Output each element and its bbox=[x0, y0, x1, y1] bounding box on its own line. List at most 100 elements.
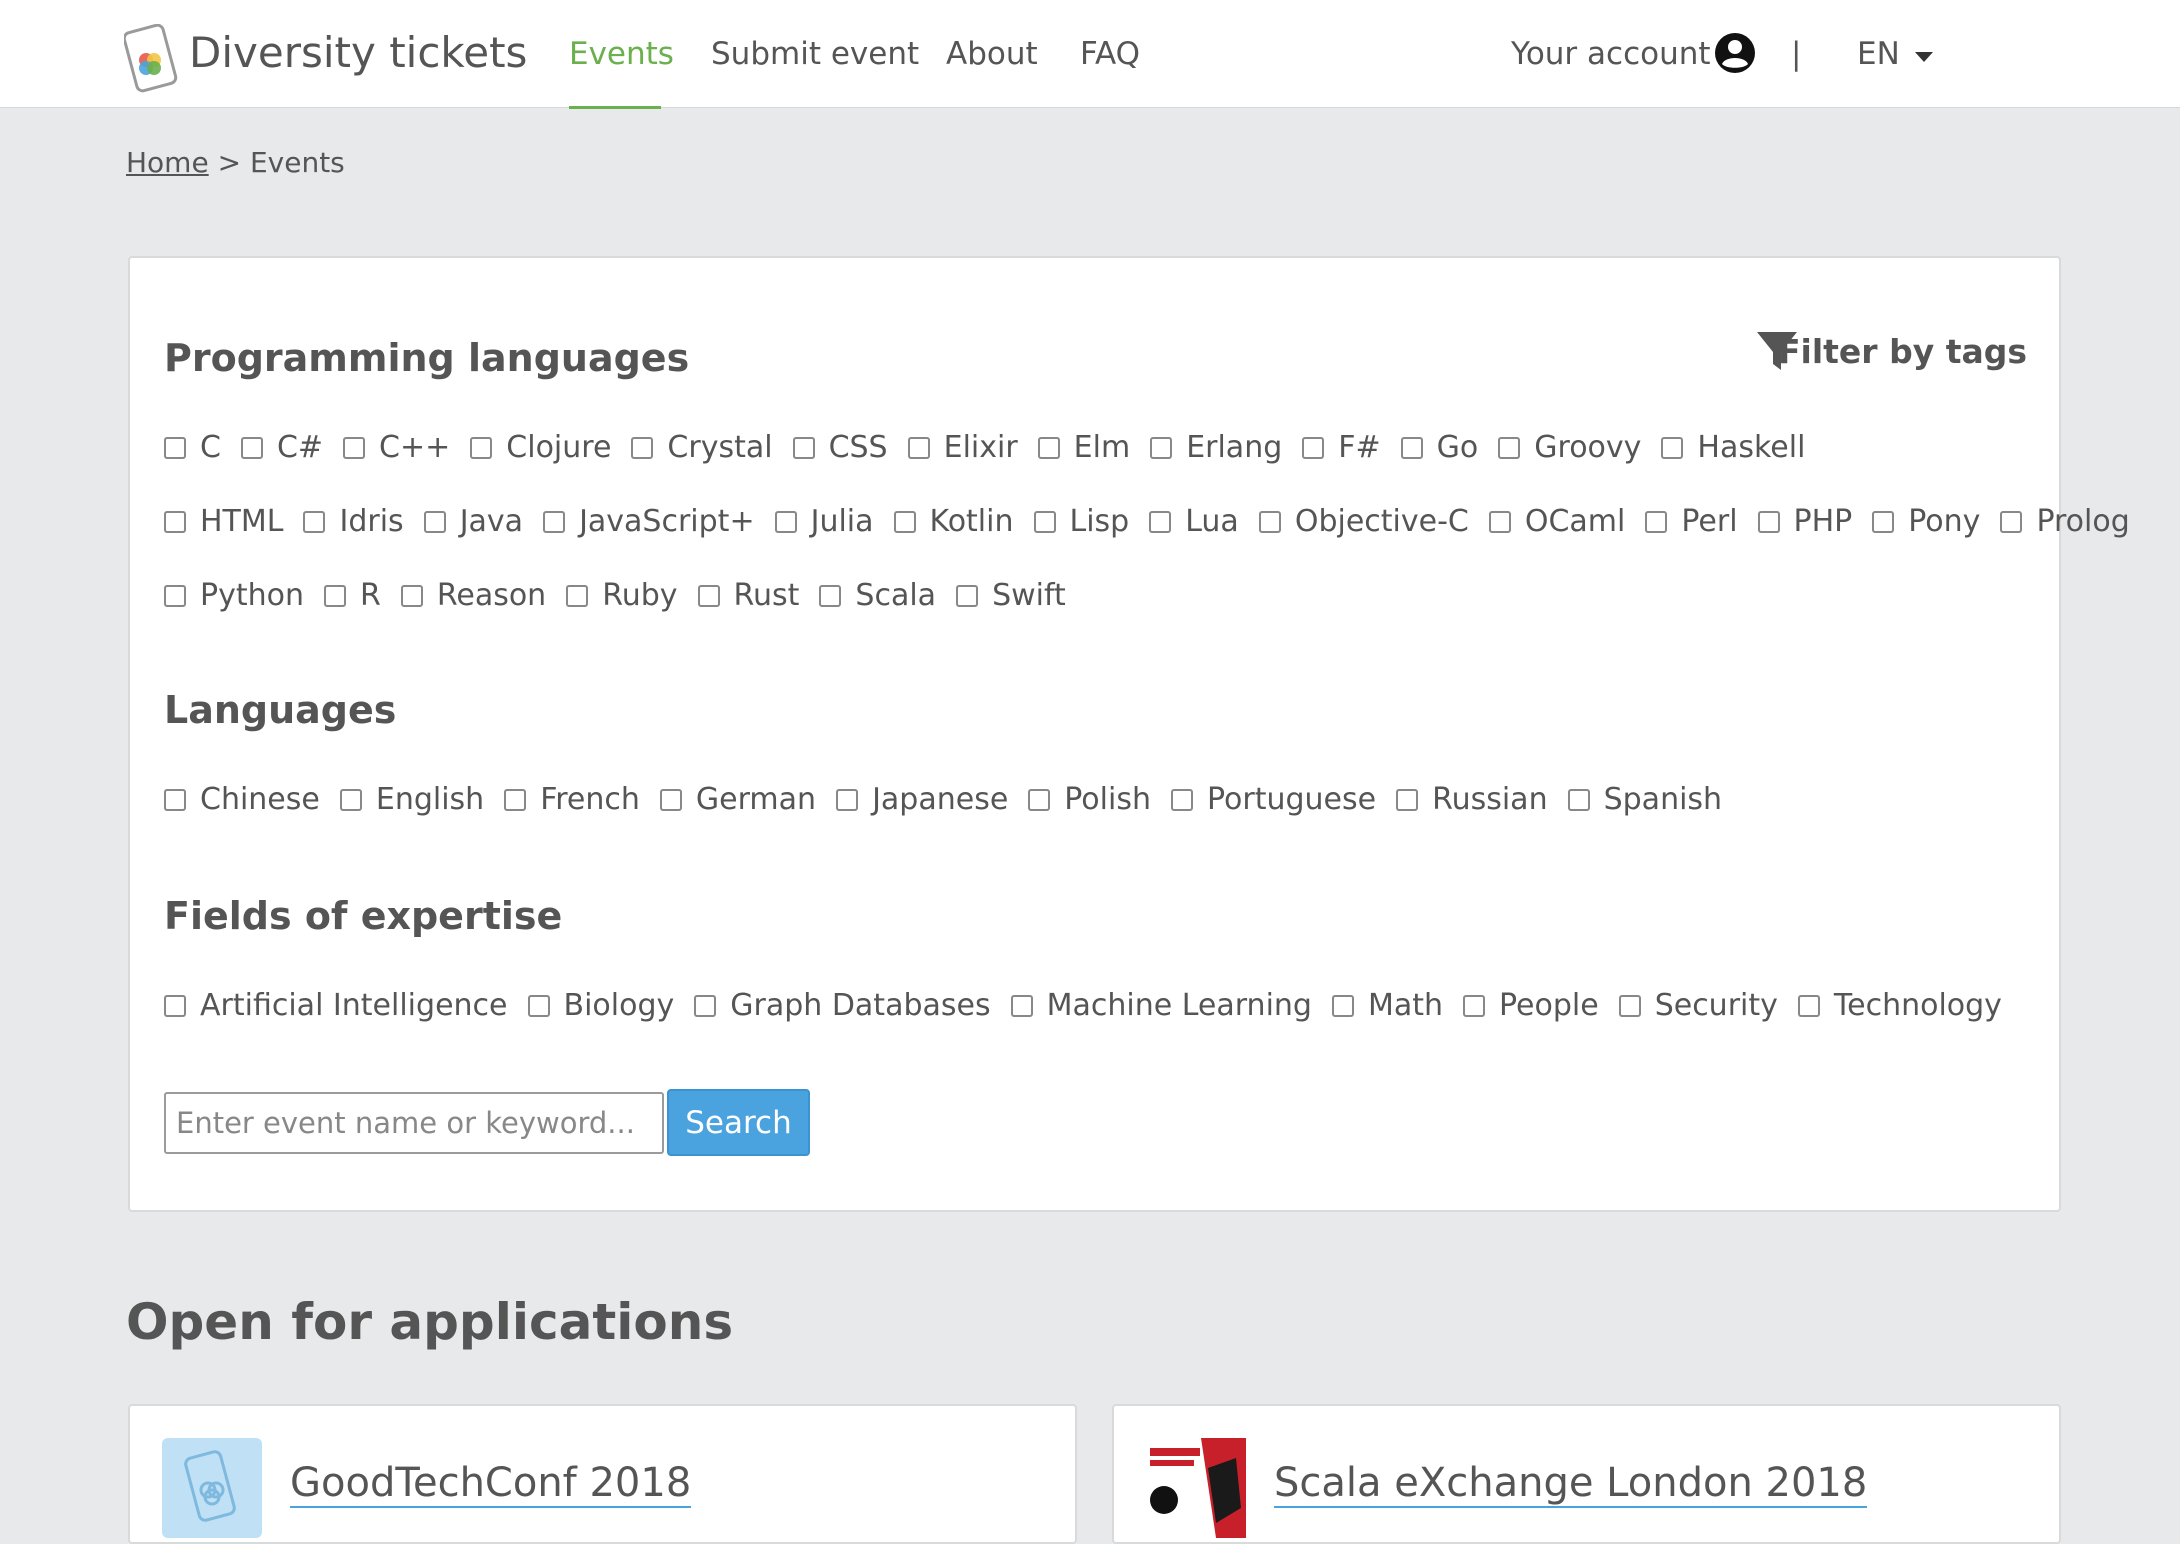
checkbox[interactable] bbox=[164, 510, 186, 533]
checkbox[interactable] bbox=[1258, 510, 1281, 533]
tag-checkbox-german[interactable]: German bbox=[659, 782, 816, 817]
brand-name[interactable]: Diversity tickets bbox=[189, 28, 527, 77]
tag-checkbox-julia[interactable]: Julia bbox=[774, 504, 874, 539]
checkbox[interactable] bbox=[659, 788, 682, 811]
tag-checkbox-reason[interactable]: Reason bbox=[400, 578, 546, 613]
tag-checkbox-math[interactable]: Math bbox=[1331, 988, 1443, 1023]
breadcrumb-home-link[interactable]: Home bbox=[126, 146, 209, 179]
tag-checkbox-crystal[interactable]: Crystal bbox=[631, 430, 773, 465]
tag-checkbox-technology[interactable]: Technology bbox=[1797, 988, 2002, 1023]
tag-checkbox-erlang[interactable]: Erlang bbox=[1150, 430, 1282, 465]
checkbox[interactable] bbox=[343, 436, 366, 459]
checkbox[interactable] bbox=[164, 788, 186, 811]
checkbox[interactable] bbox=[1567, 788, 1590, 811]
tag-checkbox-prolog[interactable]: Prolog bbox=[2000, 504, 2130, 539]
checkbox[interactable] bbox=[1037, 436, 1060, 459]
tag-checkbox-java[interactable]: Java bbox=[423, 504, 523, 539]
tag-checkbox-lua[interactable]: Lua bbox=[1149, 504, 1239, 539]
checkbox[interactable] bbox=[1028, 788, 1051, 811]
tag-checkbox-objective-c[interactable]: Objective-C bbox=[1258, 504, 1469, 539]
checkbox[interactable] bbox=[893, 510, 916, 533]
checkbox[interactable] bbox=[1302, 436, 1325, 459]
tag-checkbox-japanese[interactable]: Japanese bbox=[836, 782, 1008, 817]
checkbox[interactable] bbox=[1498, 436, 1521, 459]
checkbox[interactable] bbox=[1618, 994, 1641, 1017]
tag-checkbox-python[interactable]: Python bbox=[164, 578, 304, 613]
tag-checkbox-biology[interactable]: Biology bbox=[527, 988, 674, 1023]
checkbox[interactable] bbox=[1010, 994, 1033, 1017]
tag-checkbox-c[interactable]: C bbox=[164, 430, 221, 465]
checkbox[interactable] bbox=[1331, 994, 1354, 1017]
checkbox[interactable] bbox=[240, 436, 263, 459]
tag-checkbox-polish[interactable]: Polish bbox=[1028, 782, 1151, 817]
tag-checkbox-spanish[interactable]: Spanish bbox=[1567, 782, 1722, 817]
checkbox[interactable] bbox=[697, 584, 720, 607]
user-account-icon[interactable] bbox=[1713, 31, 1757, 75]
tag-checkbox-css[interactable]: CSS bbox=[792, 430, 888, 465]
checkbox[interactable] bbox=[1400, 436, 1423, 459]
tag-checkbox-haskell[interactable]: Haskell bbox=[1661, 430, 1805, 465]
checkbox[interactable] bbox=[164, 584, 186, 607]
checkbox[interactable] bbox=[1488, 510, 1511, 533]
tag-checkbox-scala[interactable]: Scala bbox=[819, 578, 936, 613]
checkbox[interactable] bbox=[1872, 510, 1895, 533]
checkbox[interactable] bbox=[1170, 788, 1193, 811]
checkbox[interactable] bbox=[1033, 510, 1056, 533]
nav-events[interactable]: Events bbox=[569, 36, 674, 72]
checkbox[interactable] bbox=[400, 584, 423, 607]
tag-checkbox-groovy[interactable]: Groovy bbox=[1498, 430, 1641, 465]
checkbox[interactable] bbox=[1149, 510, 1172, 533]
tag-checkbox-cplusplus[interactable]: C++ bbox=[343, 430, 450, 465]
checkbox[interactable] bbox=[470, 436, 493, 459]
tag-checkbox-html[interactable]: HTML bbox=[164, 504, 283, 539]
checkbox[interactable] bbox=[566, 584, 589, 607]
event-card[interactable]: GoodTechConf 2018 bbox=[128, 1404, 1077, 1544]
tag-checkbox-machine-learning[interactable]: Machine Learning bbox=[1010, 988, 1312, 1023]
checkbox[interactable] bbox=[2000, 510, 2023, 533]
checkbox[interactable] bbox=[303, 510, 326, 533]
tag-checkbox-people[interactable]: People bbox=[1463, 988, 1599, 1023]
checkbox[interactable] bbox=[1757, 510, 1780, 533]
tag-checkbox-php[interactable]: PHP bbox=[1757, 504, 1852, 539]
checkbox[interactable] bbox=[1463, 994, 1486, 1017]
tag-checkbox-pony[interactable]: Pony bbox=[1872, 504, 1980, 539]
tag-checkbox-r[interactable]: R bbox=[324, 578, 381, 613]
nav-submit-event[interactable]: Submit event bbox=[711, 36, 919, 72]
checkbox[interactable] bbox=[543, 510, 566, 533]
tag-checkbox-lisp[interactable]: Lisp bbox=[1033, 504, 1129, 539]
nav-about[interactable]: About bbox=[946, 36, 1038, 72]
event-title-link[interactable]: Scala eXchange London 2018 bbox=[1274, 1460, 1868, 1508]
nav-faq[interactable]: FAQ bbox=[1080, 36, 1140, 72]
checkbox[interactable] bbox=[1661, 436, 1684, 459]
tag-checkbox-kotlin[interactable]: Kotlin bbox=[893, 504, 1014, 539]
checkbox[interactable] bbox=[792, 436, 815, 459]
checkbox[interactable] bbox=[527, 994, 550, 1017]
tag-checkbox-ruby[interactable]: Ruby bbox=[566, 578, 678, 613]
checkbox[interactable] bbox=[339, 788, 362, 811]
tag-checkbox-fsharp[interactable]: F# bbox=[1302, 430, 1381, 465]
event-title-link[interactable]: GoodTechConf 2018 bbox=[290, 1460, 692, 1508]
tag-checkbox-artificial-intelligence[interactable]: Artificial Intelligence bbox=[164, 988, 508, 1023]
checkbox[interactable] bbox=[907, 436, 930, 459]
tag-checkbox-ocaml[interactable]: OCaml bbox=[1488, 504, 1625, 539]
tag-checkbox-security[interactable]: Security bbox=[1618, 988, 1778, 1023]
tag-checkbox-english[interactable]: English bbox=[339, 782, 484, 817]
tag-checkbox-csharp[interactable]: C# bbox=[240, 430, 323, 465]
checkbox[interactable] bbox=[164, 436, 186, 459]
checkbox[interactable] bbox=[1797, 994, 1820, 1017]
checkbox[interactable] bbox=[504, 788, 527, 811]
checkbox[interactable] bbox=[324, 584, 346, 607]
tag-checkbox-chinese[interactable]: Chinese bbox=[164, 782, 320, 817]
diversity-tickets-logo-icon[interactable] bbox=[124, 24, 180, 94]
event-card[interactable]: Scala eXchange London 2018 bbox=[1112, 1404, 2061, 1544]
tag-checkbox-elixir[interactable]: Elixir bbox=[907, 430, 1018, 465]
tag-checkbox-portuguese[interactable]: Portuguese bbox=[1170, 782, 1376, 817]
checkbox[interactable] bbox=[1396, 788, 1419, 811]
language-selector[interactable]: EN bbox=[1857, 36, 1900, 72]
checkbox[interactable] bbox=[956, 584, 979, 607]
tag-checkbox-clojure[interactable]: Clojure bbox=[470, 430, 611, 465]
event-search-input[interactable] bbox=[164, 1092, 664, 1154]
checkbox[interactable] bbox=[164, 994, 186, 1017]
tag-checkbox-elm[interactable]: Elm bbox=[1037, 430, 1130, 465]
checkbox[interactable] bbox=[694, 994, 717, 1017]
